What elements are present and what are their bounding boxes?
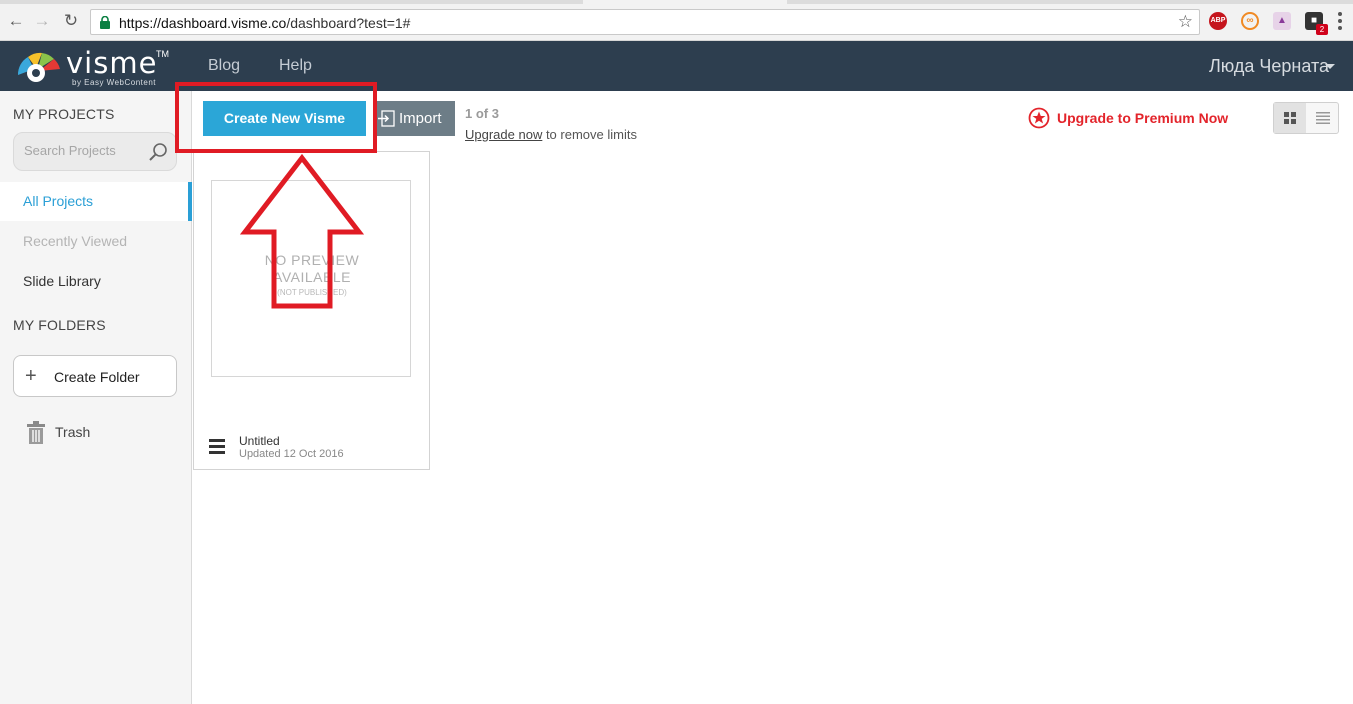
upgrade-now-link[interactable]: Upgrade now [465,127,542,142]
forward-icon[interactable]: → [33,12,51,30]
back-icon[interactable]: ← [7,12,25,30]
logo-wordmark: visme [66,46,158,80]
infinity-extension-icon[interactable]: ∞ [1241,12,1259,30]
project-preview[interactable]: NO PREVIEW AVAILABLE (NOT PUBLISHED) [211,180,411,377]
upgrade-hint: Upgrade now to remove limits [465,127,637,142]
reload-icon[interactable]: ↻ [62,12,80,30]
sidebar: MY PROJECTS All Projects Recently Viewed… [0,91,192,704]
create-folder-button[interactable]: + Create Folder [13,355,177,397]
search-icon[interactable] [148,142,168,162]
address-bar[interactable]: https://dashboard.visme.co/dashboard?tes… [90,9,1200,35]
trash-icon [27,421,45,444]
project-title: Untitled [239,434,280,448]
hamburger-menu-icon[interactable] [209,439,225,455]
lock-icon [100,16,110,29]
bookmark-star-icon[interactable]: ☆ [1178,12,1193,32]
my-projects-heading: MY PROJECTS [13,106,115,122]
visme-logo[interactable]: visme TM by Easy WebContent [14,46,174,87]
star-badge-icon [1028,107,1050,129]
browser-menu-icon[interactable] [1338,12,1342,30]
browser-toolbar: ← → ↻ https://dashboard.visme.co/dashboa… [0,0,1353,41]
project-card[interactable]: NO PREVIEW AVAILABLE (NOT PUBLISHED) Unt… [193,151,430,470]
project-updated-date: Updated 12 Oct 2016 [239,448,344,460]
sidebar-item-slide-library[interactable]: Slide Library [0,262,192,301]
user-menu[interactable]: Люда Черната [1209,56,1329,77]
url-text: https://dashboard.visme.co/dashboard?tes… [119,15,411,31]
import-label: Import [399,110,442,127]
list-view-button[interactable] [1307,103,1339,133]
create-folder-label: Create Folder [54,369,140,385]
basket-extension-icon[interactable]: ▲ [1273,12,1291,30]
import-icon [378,110,395,127]
sidebar-item-all-projects[interactable]: All Projects [0,182,192,221]
preview-placeholder-note: (NOT PUBLISHED) [277,288,347,297]
search-input[interactable] [24,143,144,158]
plus-icon: + [25,365,37,387]
upgrade-hint-text: to remove limits [542,127,637,142]
tab-strip [0,0,583,4]
tab-strip [787,0,1353,4]
trash-label: Trash [55,424,91,440]
logo-trademark: TM [156,49,169,59]
adblock-icon[interactable]: ABP [1209,12,1227,30]
create-new-visme-button[interactable]: Create New Visme [203,101,366,136]
search-projects-box[interactable] [13,132,177,171]
sidebar-item-recently-viewed[interactable]: Recently Viewed [0,222,192,261]
chevron-down-icon[interactable] [1325,64,1335,69]
upgrade-premium-label: Upgrade to Premium Now [1057,110,1229,126]
app-header: visme TM by Easy WebContent Blog Help Лю… [0,41,1353,91]
help-link[interactable]: Help [279,57,312,75]
import-button[interactable]: Import [373,101,455,136]
extension-badge: 2 [1316,24,1328,35]
grid-view-button[interactable] [1274,103,1306,133]
preview-placeholder-line1: NO PREVIEW [264,252,360,268]
logo-tagline: by Easy WebContent [72,78,157,87]
blog-link[interactable]: Blog [208,57,240,75]
my-folders-heading: MY FOLDERS [13,317,106,333]
logo-mark-icon [17,52,60,82]
preview-placeholder-line2: AVAILABLE [273,269,351,285]
list-view-icon [1316,112,1330,124]
project-quota: 1 of 3 [465,106,499,121]
grid-view-icon [1284,112,1296,124]
view-toggle [1273,102,1339,134]
